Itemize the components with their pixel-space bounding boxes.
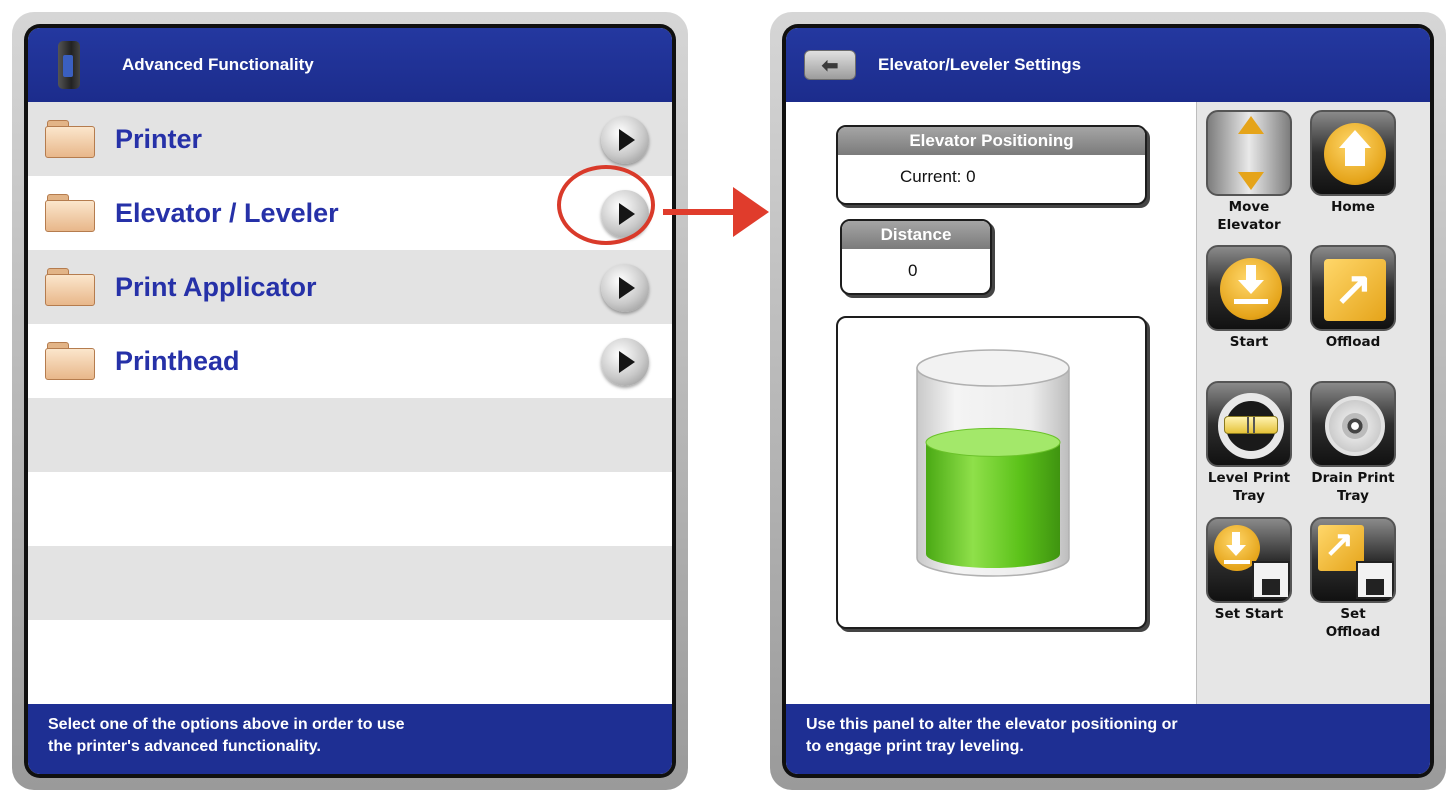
menu-item-label: Print Applicator bbox=[115, 271, 317, 302]
back-button[interactable]: ⬅ bbox=[804, 50, 856, 80]
go-arrow-button[interactable] bbox=[601, 338, 649, 386]
go-arrow-button[interactable] bbox=[601, 264, 649, 312]
menu-item-print-applicator[interactable]: Print Applicator bbox=[28, 250, 672, 324]
set-offload-button[interactable]: ↗ Set Offload bbox=[1310, 517, 1396, 641]
tank-rim bbox=[916, 349, 1070, 387]
menu-item-printer[interactable]: Printer bbox=[28, 102, 672, 176]
footer-text-line: to engage print tray leveling. bbox=[806, 738, 1024, 755]
action-label: Home bbox=[1331, 199, 1375, 215]
footer-text-line: Use this panel to alter the elevator pos… bbox=[806, 716, 1178, 733]
panel-header: ⬅ Elevator/Leveler Settings bbox=[786, 28, 1430, 102]
start-button[interactable]: Start bbox=[1206, 245, 1292, 351]
action-label: Move Elevator bbox=[1217, 199, 1281, 233]
action-label: Start bbox=[1229, 334, 1269, 350]
folder-icon bbox=[45, 120, 95, 158]
empty-row bbox=[28, 620, 672, 694]
current-position-readout: Current: 0 bbox=[838, 155, 1145, 187]
elevator-leveler-panel: ⬅ Elevator/Leveler Settings Elevator Pos… bbox=[786, 28, 1430, 774]
drain-print-tray-button[interactable]: Drain Print Tray bbox=[1310, 381, 1396, 505]
footer-text-line: Select one of the options above in order… bbox=[48, 716, 405, 733]
offload-icon: ↗ bbox=[1310, 245, 1396, 331]
printer-device-icon bbox=[58, 41, 80, 89]
offload-button[interactable]: ↗ Offload bbox=[1310, 245, 1396, 351]
action-label: Offload bbox=[1325, 334, 1381, 350]
tank-graphic bbox=[916, 349, 1070, 577]
set-start-button[interactable]: Set Start bbox=[1206, 517, 1292, 623]
action-label: Level Print Tray bbox=[1207, 470, 1291, 504]
callout-arrow-shaft bbox=[663, 209, 737, 215]
elevator-leveler-screen: ⬅ Elevator/Leveler Settings Elevator Pos… bbox=[770, 12, 1446, 790]
tank-liquid bbox=[925, 427, 1061, 568]
empty-row bbox=[28, 546, 672, 620]
panel-footer: Select one of the options above in order… bbox=[28, 704, 672, 774]
distance-value: 0 bbox=[908, 261, 918, 280]
tank-liquid-body bbox=[926, 442, 1060, 568]
home-button[interactable]: Home bbox=[1310, 110, 1396, 216]
menu-item-label: Elevator / Leveler bbox=[115, 197, 339, 228]
level-icon bbox=[1206, 381, 1292, 467]
action-label: Set Offload bbox=[1325, 606, 1381, 640]
tray-level-display bbox=[836, 316, 1147, 629]
menu-item-printhead[interactable]: Printhead bbox=[28, 324, 672, 398]
distance-field[interactable]: Distance 0 bbox=[840, 219, 992, 295]
elevator-positioning-box: Elevator Positioning Current: 0 bbox=[836, 125, 1147, 205]
folder-icon bbox=[45, 342, 95, 380]
folder-icon bbox=[45, 194, 95, 232]
action-label: Drain Print Tray bbox=[1311, 470, 1395, 504]
panel-footer: Use this panel to alter the elevator pos… bbox=[786, 704, 1430, 774]
distance-title: Distance bbox=[842, 221, 990, 249]
set-offload-icon: ↗ bbox=[1310, 517, 1396, 603]
elevator-positioning-title: Elevator Positioning bbox=[838, 127, 1145, 155]
advanced-functionality-panel: Advanced Functionality Printer Elevator … bbox=[28, 28, 672, 774]
move-elevator-icon bbox=[1206, 110, 1292, 196]
panel-title: Advanced Functionality bbox=[122, 55, 314, 74]
start-icon bbox=[1206, 245, 1292, 331]
home-icon bbox=[1310, 110, 1396, 196]
level-print-tray-button[interactable]: Level Print Tray bbox=[1206, 381, 1292, 505]
callout-arrow-head bbox=[733, 187, 769, 237]
advanced-functionality-screen: Advanced Functionality Printer Elevator … bbox=[12, 12, 688, 790]
action-sidebar: Move Elevator Home Start ↗ Offload Level… bbox=[1196, 102, 1430, 704]
folder-icon bbox=[45, 268, 95, 306]
back-arrow-icon: ⬅ bbox=[821, 54, 839, 77]
empty-row bbox=[28, 472, 672, 546]
menu-item-label: Printhead bbox=[115, 345, 240, 376]
highlight-circle bbox=[557, 165, 655, 245]
action-label: Set Start bbox=[1214, 606, 1284, 622]
screen-bezel: ⬅ Elevator/Leveler Settings Elevator Pos… bbox=[782, 24, 1434, 778]
go-arrow-button[interactable] bbox=[601, 116, 649, 164]
empty-row bbox=[28, 398, 672, 472]
drain-icon bbox=[1310, 381, 1396, 467]
tank-liquid-surface bbox=[925, 427, 1061, 457]
set-start-icon bbox=[1206, 517, 1292, 603]
move-elevator-button[interactable]: Move Elevator bbox=[1206, 110, 1292, 234]
screen-bezel: Advanced Functionality Printer Elevator … bbox=[24, 24, 676, 778]
current-label: Current: bbox=[900, 167, 962, 186]
footer-text-line: the printer's advanced functionality. bbox=[48, 738, 321, 755]
current-value: 0 bbox=[966, 167, 976, 186]
menu-item-label: Printer bbox=[115, 123, 203, 154]
panel-title: Elevator/Leveler Settings bbox=[878, 55, 1082, 74]
panel-header: Advanced Functionality bbox=[28, 28, 672, 102]
